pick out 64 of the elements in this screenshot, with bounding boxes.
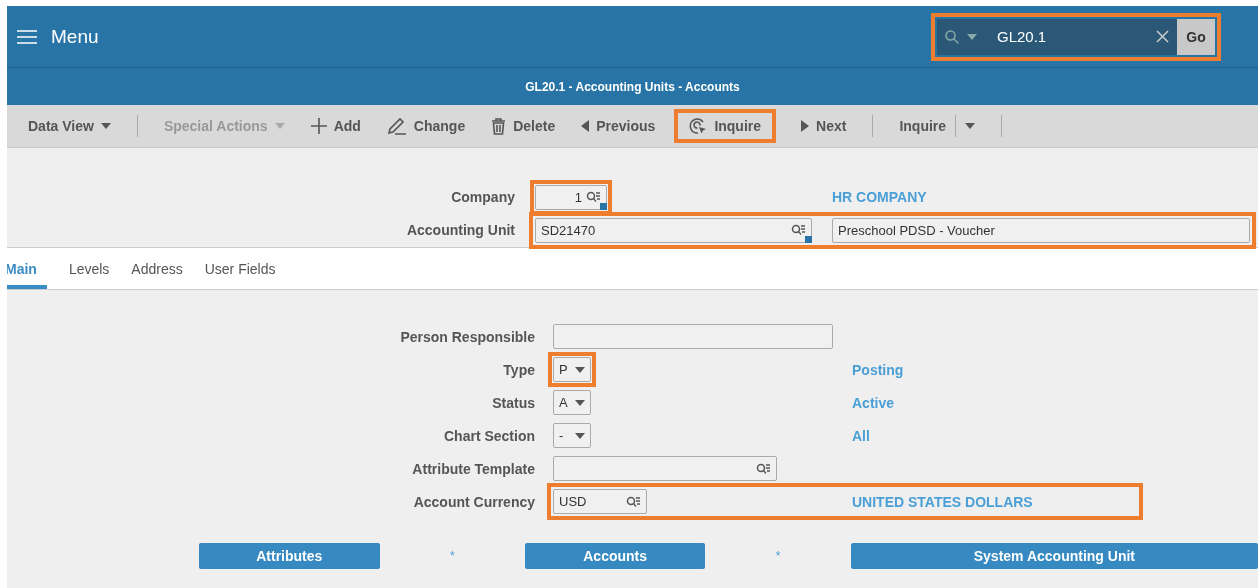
tab[interactable]: Levels: [68, 248, 110, 289]
search-icon: [945, 29, 959, 44]
field-label: Type: [502, 361, 536, 378]
field-label: Accounting Unit: [405, 222, 516, 238]
toolbar-button[interactable]: Delete: [481, 110, 566, 142]
page-title: GL20.1 - Accounting Units - Accounts: [525, 79, 740, 94]
toolbar-button[interactable]: Inquire: [889, 110, 986, 142]
action-button[interactable]: Attributes: [199, 543, 380, 569]
caret-icon: [965, 123, 976, 129]
field-label: Account Currency: [412, 493, 536, 510]
field-label: Status: [491, 394, 536, 411]
search-field[interactable]: GL20.1: [937, 18, 1177, 55]
input-field[interactable]: USD: [553, 489, 647, 514]
description-text: HR COMPANY: [832, 189, 928, 205]
go-button[interactable]: Go: [1177, 18, 1215, 55]
toolbar-button[interactable]: Next: [791, 110, 857, 142]
toolbar-button[interactable]: Change: [376, 110, 476, 142]
lookup-icon[interactable]: [791, 224, 806, 236]
input-field[interactable]: [553, 324, 833, 349]
description-text: UNITED STATES DOLLARS: [852, 493, 1034, 510]
tab[interactable]: Address: [131, 248, 183, 289]
close-icon[interactable]: [1156, 30, 1169, 43]
menu-icon: [17, 29, 37, 44]
action-button[interactable]: System Accounting Unit: [850, 543, 1258, 569]
input-field[interactable]: [553, 456, 777, 481]
description-text: All: [852, 427, 871, 444]
triangle-right-icon: [801, 120, 810, 132]
toolbar-button[interactable]: Previous: [571, 110, 666, 142]
caret-icon: [575, 399, 585, 406]
dropdown[interactable]: -: [553, 423, 591, 448]
field-label: Chart Section: [443, 427, 536, 444]
field-label: Person Responsible: [399, 328, 536, 345]
caret-icon: [274, 123, 285, 129]
lookup-icon[interactable]: [586, 191, 601, 203]
plus-icon: [310, 118, 327, 134]
caret-icon: [575, 432, 585, 439]
caret-icon: [967, 33, 977, 40]
asterisk-marker: *: [448, 549, 456, 563]
description-field: Preschool PDSD - Voucher: [832, 217, 1250, 243]
tab[interactable]: User Fields: [204, 248, 276, 289]
lookup-icon[interactable]: [756, 462, 771, 475]
lookup-icon[interactable]: [626, 495, 641, 508]
description-text: Posting: [852, 361, 905, 378]
toolbar-button[interactable]: Add: [300, 110, 371, 142]
input-field[interactable]: 1: [535, 184, 607, 210]
toolbar-button[interactable]: Inquire: [675, 110, 776, 142]
action-button[interactable]: Accounts: [524, 543, 706, 569]
triangle-left-icon: [581, 120, 590, 132]
field-label: Company: [450, 189, 516, 205]
dropdown[interactable]: P: [553, 357, 591, 382]
corner-mark: [600, 202, 607, 210]
description-text: Active: [852, 394, 896, 411]
input-field[interactable]: SD21470: [535, 217, 812, 243]
menu-button[interactable]: Menu: [17, 25, 99, 48]
pencil-icon: [386, 117, 407, 135]
corner-mark: [805, 235, 812, 243]
target-cursor-icon: [689, 117, 708, 135]
caret-icon: [575, 366, 585, 373]
toolbar-button[interactable]: Data View: [18, 110, 121, 142]
asterisk-marker: *: [774, 549, 782, 563]
caret-icon: [100, 123, 111, 129]
trash-icon: [491, 117, 507, 135]
dropdown[interactable]: A: [553, 390, 591, 415]
field-label: Attribute Template: [411, 460, 536, 477]
